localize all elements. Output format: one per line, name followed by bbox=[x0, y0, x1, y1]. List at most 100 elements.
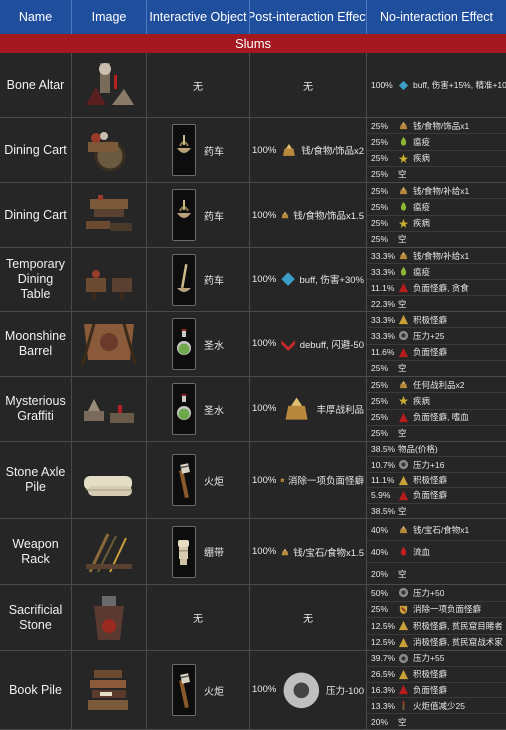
interactive-object-cell: 药车 bbox=[147, 183, 250, 247]
curio-image-cell bbox=[72, 585, 147, 650]
negative-quirk-icon bbox=[398, 412, 409, 422]
post-effect-percent: 100% bbox=[252, 684, 277, 696]
no-interaction-cell: 25% 钱/食物/饰品x1 25% 瘟疫 25% 疾病 25% 空 bbox=[367, 118, 506, 182]
post-effect-text: 钱/食物/饰品x2 bbox=[301, 146, 364, 157]
curio-name: Weapon Rack bbox=[0, 519, 72, 584]
effect-text: 任何战利品x2 bbox=[413, 379, 465, 390]
effect-line: 22.3% 空 bbox=[367, 296, 506, 311]
effect-percent: 33.3% bbox=[371, 266, 396, 277]
interactive-object-label: 药车 bbox=[204, 276, 224, 287]
post-effect-cell: 100% 丰厚战利品 bbox=[250, 377, 367, 441]
stress-icon bbox=[398, 460, 409, 470]
curio-image-cell bbox=[72, 248, 147, 311]
interactive-object-label: 绷带 bbox=[204, 548, 224, 559]
buff-diamond-icon bbox=[281, 272, 296, 287]
positive-quirk-icon bbox=[398, 621, 409, 631]
disease-icon bbox=[398, 396, 409, 406]
post-effect-text: 压力-100 bbox=[325, 685, 364, 697]
item-card bbox=[172, 525, 196, 578]
stress-icon bbox=[398, 588, 409, 598]
col-header-noint: No-interaction Effect bbox=[379, 10, 494, 24]
effect-percent: 5.9% bbox=[371, 490, 391, 501]
effect-text: 积极怪癖 bbox=[413, 669, 448, 680]
effect-line: 25% 钱/食物/补给x1 bbox=[367, 183, 506, 200]
no-interaction-list: 25% 钱/食物/补给x1 25% 瘟疫 25% 疾病 25% 空 bbox=[367, 183, 506, 247]
interactive-object-cell: 无 bbox=[147, 585, 250, 650]
interactive-object-cell: 圣水 bbox=[147, 377, 250, 441]
item-card bbox=[172, 124, 196, 176]
table-row: Temporary Dining Table 药车 100% buff, 伤害+30%… bbox=[0, 248, 506, 312]
torch-icon bbox=[179, 673, 190, 709]
post-effect-text: debuff, 闪避-50 bbox=[299, 339, 364, 351]
purge-shield-icon bbox=[281, 478, 285, 482]
interactive-object-cell: 圣水 bbox=[147, 312, 250, 376]
sacrificial-stone-image bbox=[94, 595, 124, 640]
post-effect-cell: 100% debuff, 闪避-50 bbox=[250, 312, 367, 376]
curio-image-cell bbox=[72, 377, 147, 441]
table-row: Dining Cart 药车 100% 钱/食物/饰品x2 25% 钱/食物/饰品x1 25… bbox=[0, 118, 506, 183]
effect-text: 空 bbox=[398, 505, 407, 516]
item-card bbox=[172, 189, 196, 241]
post-effect-cell: 100% 钱/食物/饰品x1.5 bbox=[250, 183, 367, 247]
book-pile-image bbox=[88, 670, 128, 710]
no-interaction-cell: 25% 钱/食物/补给x1 25% 瘟疫 25% 疾病 25% 空 bbox=[367, 183, 506, 247]
item-card bbox=[172, 454, 196, 506]
post-effect-text: 钱/宝石/食物x1.5 bbox=[293, 547, 364, 559]
curio-name: Dining Cart bbox=[0, 118, 72, 182]
no-interaction-cell: 33.3% 钱/食物/补给x1 33.3% 瘟疫 11.1% 负面怪癖, 贪食 22.3% 空 bbox=[367, 248, 506, 311]
effect-percent: 100% bbox=[371, 80, 393, 90]
post-effect-cell: 100% 钱/食物/饰品x2 bbox=[250, 118, 367, 182]
effect-percent: 33.3% bbox=[371, 250, 396, 261]
item-card bbox=[172, 253, 196, 306]
effect-line: 33.3% 钱/食物/补给x1 bbox=[367, 248, 506, 264]
loot-bag-icon bbox=[281, 211, 289, 219]
temporary-table-image bbox=[86, 269, 132, 300]
disease-icon bbox=[398, 153, 409, 163]
negative-quirk-icon bbox=[398, 685, 409, 695]
curio-name: Mysterious Graffiti bbox=[0, 377, 72, 441]
effect-line: 40% 钱/宝石/食物x1 bbox=[367, 519, 506, 541]
col-header-image: Image bbox=[72, 0, 147, 34]
table-row: Weapon Rack 绷带 100% 钱/宝石/食物x1.5 40% 钱/宝石/食物x1… bbox=[0, 519, 506, 585]
effect-line: 33.3% 瘟疫 bbox=[367, 264, 506, 280]
curio-name: Book Pile bbox=[0, 651, 72, 729]
interactive-object-cell: 绷带 bbox=[147, 519, 250, 584]
effect-percent: 25% bbox=[371, 379, 389, 390]
no-interaction-cell: 100% buff, 伤害+15%, 精准+10, 暴击+6 bbox=[367, 53, 506, 117]
curio-name: Sacrificial Stone bbox=[0, 585, 72, 650]
effect-line: 13.3% 火炬值减少25 bbox=[367, 698, 506, 715]
post-effect-cell: 100% 消除一项负面怪癖 bbox=[250, 442, 367, 518]
dining-cart-broken-image bbox=[86, 195, 132, 231]
post-effect-cell: 100% buff, 伤害+30% bbox=[250, 248, 367, 311]
effect-line: 38.5% 物品(价格) bbox=[367, 442, 506, 458]
post-effect-percent: 100% bbox=[252, 144, 277, 156]
section-title: Slums bbox=[0, 34, 506, 53]
effect-percent: 16.3% bbox=[371, 684, 396, 695]
no-interaction-list: 33.3% 钱/食物/补给x1 33.3% 瘟疫 11.1% 负面怪癖, 贪食 22.3% 空 bbox=[367, 248, 506, 311]
bleed-drop-icon bbox=[400, 546, 407, 556]
post-effect-percent: 100% bbox=[252, 403, 277, 415]
effect-line: 25% 任何战利品x2 bbox=[367, 377, 506, 394]
effect-percent: 26.5% bbox=[371, 669, 396, 680]
effect-percent: 25% bbox=[371, 395, 389, 406]
debuff-chevron-icon bbox=[281, 339, 296, 351]
effect-line: 25% 瘟疫 bbox=[367, 199, 506, 216]
effect-text: 空 bbox=[398, 568, 407, 579]
curio-name: Stone Axle Pile bbox=[0, 442, 72, 518]
effect-line: 25% 空 bbox=[367, 232, 506, 247]
effect-text: 消除一项负面怪癖 bbox=[413, 604, 482, 615]
effect-line: 25% 疾病 bbox=[367, 216, 506, 232]
effect-text: 负面怪癖, 贪食 bbox=[413, 282, 469, 293]
table-row: Mysterious Graffiti 圣水 100% 丰厚战利品 25% 任何战利品x2… bbox=[0, 377, 506, 442]
effect-text: 瘟疫 bbox=[413, 266, 431, 277]
effect-line: 50% 压力+50 bbox=[367, 585, 506, 602]
effect-percent: 12.5% bbox=[371, 637, 396, 648]
col-header-object: Interactive Object bbox=[147, 0, 250, 34]
effect-line: 12.5% 积极怪癖, 贫民窟目睹者 bbox=[367, 618, 506, 635]
post-effect-text: 无 bbox=[303, 614, 313, 625]
no-interaction-cell: 50% 压力+50 25% 消除一项负面怪癖 12.5% 积极怪癖, 贫民窟目睹者 12.5… bbox=[367, 585, 506, 650]
effect-percent: 10.7% bbox=[371, 459, 396, 470]
effect-text: 积极怪癖, 贫民窟目睹者 bbox=[413, 620, 503, 631]
effect-line: 25% 疾病 bbox=[367, 151, 506, 167]
loot-bag-icon bbox=[283, 144, 296, 156]
